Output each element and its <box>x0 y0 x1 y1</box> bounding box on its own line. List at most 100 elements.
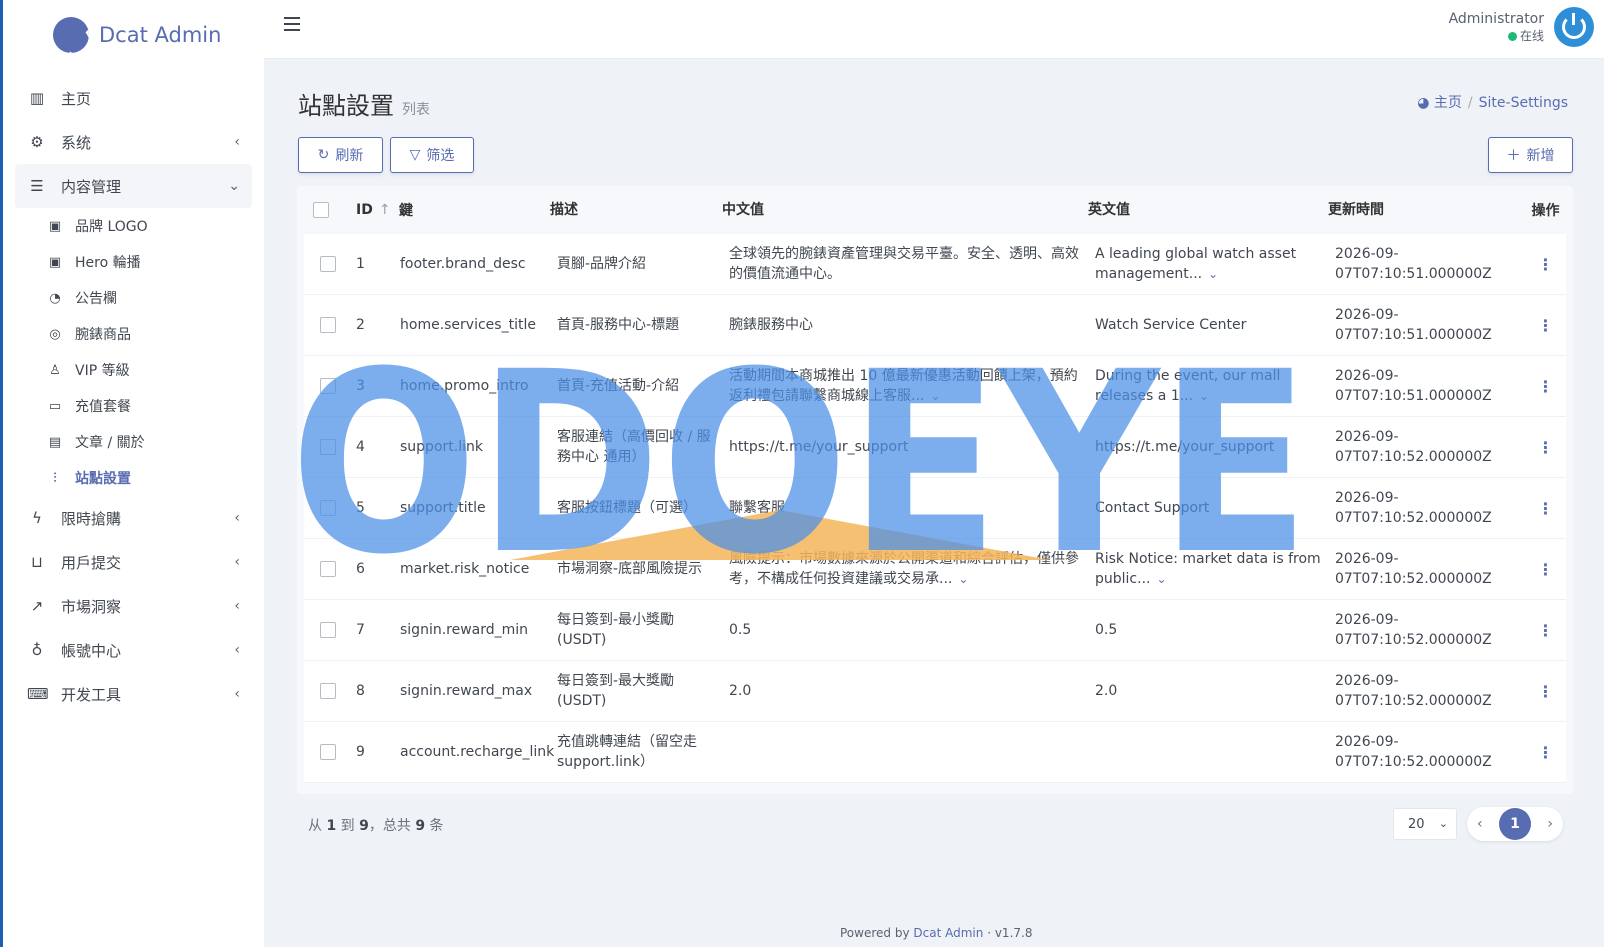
add-button[interactable]: ＋ 新增 <box>1488 137 1573 173</box>
filter-button[interactable]: ▽ 筛选 <box>390 137 474 173</box>
row-checkbox[interactable] <box>320 317 336 333</box>
row-select-cell <box>304 744 356 760</box>
cell-id: 4 <box>356 439 365 455</box>
sidebar-subitem-recharge[interactable]: ▭ 充值套餐 <box>15 388 252 424</box>
cell-time: 2026-09-07T07:10:51.000000Z <box>1335 307 1492 343</box>
row-actions-icon[interactable]: ⋮ <box>1525 682 1566 701</box>
row-actions-icon[interactable]: ⋮ <box>1525 316 1566 335</box>
sidebar-subitem-site-settings[interactable]: ⫶ 站點設置 <box>15 460 252 496</box>
row-checkbox[interactable] <box>320 622 336 638</box>
sidebar-item-system[interactable]: ⚙ 系统 ‹ <box>15 120 252 164</box>
gear-icon: ⚙ <box>30 133 44 151</box>
menu-toggle-icon[interactable] <box>284 17 300 31</box>
cell-zh-text: 聯繫客服 <box>729 500 785 516</box>
sidebar: Dcat Admin ▥ 主页 ⚙ 系统 ‹ ☰ 内容管理 ⌄ ▣ 品牌 LOGO… <box>0 0 264 947</box>
powered-by-link[interactable]: Dcat Admin <box>913 926 983 940</box>
sidebar-item-home[interactable]: ▥ 主页 <box>15 76 252 120</box>
trend-icon: ↗ <box>30 597 44 615</box>
sidebar-subitem-notice[interactable]: ◔ 公告欄 <box>15 280 252 316</box>
sidebar-item-account[interactable]: ♁ 帳號中心 ‹ <box>15 628 252 672</box>
column-header-zh: 中文值 <box>722 202 764 218</box>
cell-en: 2.0 <box>1095 681 1335 701</box>
sort-up-icon[interactable]: ↑ <box>379 202 391 218</box>
cell-en-text: 0.5 <box>1095 622 1118 638</box>
user-menu[interactable]: Administrator 在线 <box>1449 7 1594 47</box>
sidebar-subitem-watches[interactable]: ◎ 腕錶商品 <box>15 316 252 352</box>
cell-id: 6 <box>356 561 365 577</box>
row-select-cell <box>304 622 356 638</box>
table-row: 4 support.link 客服連結（高價回收 / 服務中心 通用） https:/… <box>304 417 1566 478</box>
cell-time: 2026-09-07T07:10:52.000000Z <box>1335 490 1492 526</box>
sidebar-item-label: 内容管理 <box>61 177 122 196</box>
expand-icon[interactable]: ⌄ <box>1208 267 1218 281</box>
image-icon: ▣ <box>48 254 62 270</box>
row-actions-icon[interactable]: ⋮ <box>1525 560 1566 579</box>
keyboard-icon: ⌨ <box>27 685 49 703</box>
expand-icon[interactable]: ⌄ <box>930 389 940 403</box>
cell-desc: 客服連結（高價回收 / 服務中心 通用） <box>557 429 711 465</box>
sidebar-subitem-articles[interactable]: ▤ 文章 / 關於 <box>15 424 252 460</box>
breadcrumb-home[interactable]: 主页 <box>1434 95 1462 111</box>
cell-zh-text: 0.5 <box>729 622 752 638</box>
watch-icon: ◎ <box>49 326 61 342</box>
row-actions-icon[interactable]: ⋮ <box>1525 621 1566 640</box>
sidebar-subitem-vip[interactable]: ♙ VIP 等級 <box>15 352 252 388</box>
row-actions-icon[interactable]: ⋮ <box>1525 438 1566 457</box>
refresh-label: 刷新 <box>335 148 364 164</box>
avatar[interactable] <box>1554 7 1594 47</box>
next-page-icon[interactable]: › <box>1547 816 1553 832</box>
row-checkbox[interactable] <box>320 256 336 272</box>
row-actions-icon[interactable]: ⋮ <box>1525 255 1566 274</box>
row-select-cell <box>304 500 356 516</box>
row-checkbox[interactable] <box>320 439 336 455</box>
current-page-button[interactable]: 1 <box>1499 808 1531 840</box>
expand-icon[interactable]: ⌄ <box>1156 572 1166 586</box>
sidebar-item-label: 开发工具 <box>61 685 122 704</box>
row-checkbox[interactable] <box>320 561 336 577</box>
row-checkbox[interactable] <box>320 500 336 516</box>
cell-desc: 客服按鈕標題（可選） <box>557 500 697 516</box>
cell-zh: 風險提示：市場數據來源於公開渠道和綜合評估，僅供參考，不構成任何投資建議或交易承… <box>729 549 1095 589</box>
sliders-icon: ⫶ <box>53 470 57 486</box>
refresh-button[interactable]: ↻ 刷新 <box>298 137 383 173</box>
table-row: 8 signin.reward_max 每日簽到-最大獎勵 (USDT) 2.0 2.0… <box>304 661 1566 722</box>
row-actions-icon[interactable]: ⋮ <box>1525 499 1566 518</box>
row-actions-icon[interactable]: ⋮ <box>1525 743 1566 762</box>
summary-total-word: ，总共 <box>368 818 411 834</box>
prev-page-icon[interactable]: ‹ <box>1477 816 1483 832</box>
cell-time: 2026-09-07T07:10:52.000000Z <box>1335 734 1492 770</box>
sidebar-item-market[interactable]: ↗ 市場洞察 ‹ <box>15 584 252 628</box>
select-all-checkbox[interactable] <box>313 202 329 218</box>
table-row: 3 home.promo_intro 首頁-充值活動-介紹 活動期間本商城推出 10 … <box>304 356 1566 417</box>
cell-time: 2026-09-07T07:10:52.000000Z <box>1335 612 1492 648</box>
expand-icon[interactable]: ⌄ <box>1199 389 1209 403</box>
expand-icon[interactable]: ⌄ <box>958 572 968 586</box>
column-header-id[interactable]: ID ↑ <box>349 202 393 218</box>
column-header-desc: 描述 <box>550 202 578 218</box>
row-checkbox[interactable] <box>320 744 336 760</box>
per-page-select[interactable]: 20 ⌄ <box>1393 808 1457 840</box>
sidebar-subitem-hero[interactable]: ▣ Hero 輪播 <box>15 244 252 280</box>
cell-zh: 腕錶服務中心 <box>729 315 1095 335</box>
cell-time: 2026-09-07T07:10:52.000000Z <box>1335 673 1492 709</box>
summary-to-word: 到 <box>340 818 355 834</box>
sidebar-subitem-brand-logo[interactable]: ▣ 品牌 LOGO <box>15 208 252 244</box>
dashboard-icon: ◕ <box>1417 95 1430 111</box>
sidebar-menu: ▥ 主页 ⚙ 系统 ‹ ☰ 内容管理 ⌄ ▣ 品牌 LOGO ▣ Hero 輪播 ◔… <box>3 70 264 716</box>
sidebar-item-flash-sale[interactable]: ϟ 限時搶購 ‹ <box>15 496 252 540</box>
inbox-icon: ⊔ <box>31 553 43 571</box>
user-info: Administrator 在线 <box>1449 11 1544 44</box>
row-checkbox[interactable] <box>320 683 336 699</box>
cell-zh-text: 風險提示：市場數據來源於公開渠道和綜合評估，僅供參考，不構成任何投資建議或交易承… <box>729 551 1079 587</box>
cell-id: 2 <box>356 317 365 333</box>
row-select-cell <box>304 561 356 577</box>
row-checkbox[interactable] <box>320 378 336 394</box>
row-actions-icon[interactable]: ⋮ <box>1525 377 1566 396</box>
sidebar-item-content[interactable]: ☰ 内容管理 ⌄ <box>15 164 252 208</box>
cell-id: 7 <box>356 622 365 638</box>
sidebar-item-dev-tools[interactable]: ⌨ 开发工具 ‹ <box>15 672 252 716</box>
cell-id: 3 <box>356 378 365 394</box>
sidebar-item-submissions[interactable]: ⊔ 用戶提交 ‹ <box>15 540 252 584</box>
content-submenu: ▣ 品牌 LOGO ▣ Hero 輪播 ◔ 公告欄 ◎ 腕錶商品 ♙ VIP 等級 ▭ 充值… <box>15 208 252 496</box>
brand[interactable]: Dcat Admin <box>3 0 264 70</box>
